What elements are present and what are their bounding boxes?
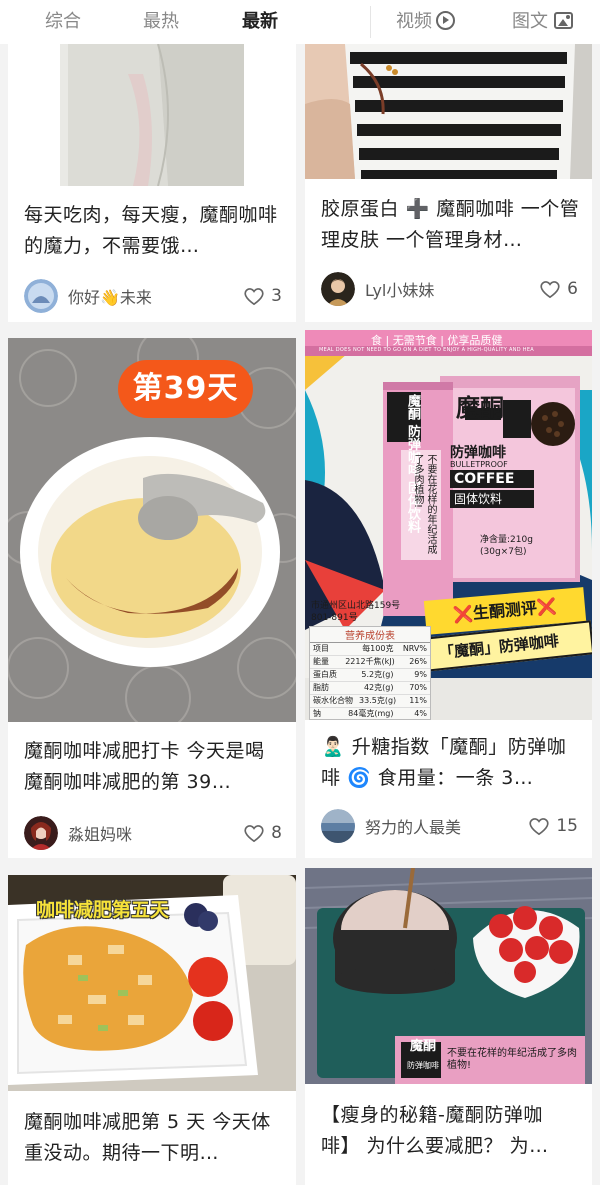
nutrition-cell: 脂肪 [313,683,329,692]
note-card[interactable]: 第39天 魔酮咖啡减肥打卡 今天是喝魔酮咖啡减肥的第 39… 淼姐妈咪 8 [8,338,296,858]
card-title: 魔酮咖啡减肥第 5 天 今天体重没动。期待一下明… [24,1111,271,1164]
card-author[interactable]: Lyl小妹妹 [321,271,434,307]
nutrition-cell: 26% [409,657,427,666]
tab-image-text-label: 图文 [512,11,548,32]
nutrition-row: 脂肪 42克(g) 70% [310,682,430,695]
nutrition-cell: 9% [414,670,427,679]
nutrition-row: 能量 2212千焦(kJ) 26% [310,656,430,669]
tab-latest[interactable]: 最新 [242,8,278,36]
nutrition-cell: 5.2克(g) [361,670,394,679]
nutrition-cell: 84毫克(mg) [348,709,394,718]
box-type: 固体饮料 [450,490,534,508]
author-name: 淼姐妈咪 [68,825,133,844]
nutrition-cell: 33.5克(g) [359,696,397,705]
nutrition-cell: 蛋白质 [313,670,337,679]
nutrition-table: 营养成份表 项目 每100克 NRV% 能量 2212千焦(kJ) 26% 蛋白质 5.2克(… [309,626,431,720]
tab-divider [370,6,371,38]
like-count: 15 [556,816,578,836]
like-button[interactable]: 8 [243,815,282,851]
box-product: 防弹咖啡 [450,445,506,461]
tab-video[interactable]: 视频 [396,8,455,36]
nutrition-title: 营养成份表 [310,627,430,643]
card-cover-image [8,44,296,186]
nutrition-cell: 2212千焦(kJ) [345,657,395,666]
nutrition-cell: 每100克 [362,644,394,653]
nutrition-cell: 11% [409,696,427,705]
heart-outline-icon [244,825,264,843]
box-en1: BULLETPROOF [450,460,508,469]
heart-outline-icon [529,818,549,836]
author-name: Lyl小妹妹 [365,281,435,300]
card-author[interactable]: 努力的人最美 [321,808,461,844]
tab-video-label: 视频 [396,11,432,32]
nutrition-cell: 70% [409,683,427,692]
note-card[interactable]: 魔酮 防弹咖啡 不要在花样的年纪活成了多肉植物! 【瘦身的秘籍-魔酮防弹咖啡】 … [305,868,592,1185]
tab-bar: 综合 最热 最新 视频 图文 [0,0,600,44]
tab-comprehensive[interactable]: 综合 [45,8,81,36]
day-caption: 咖啡减肥第五天 [36,899,170,921]
author-avatar [24,279,58,313]
like-count: 6 [567,279,578,299]
nutrition-cell: 钠 [313,709,321,718]
card-title: 魔酮咖啡减肥打卡 今天是喝魔酮咖啡减肥的第 39… [24,740,265,793]
card-author[interactable]: 你好👋未来 [24,278,152,314]
card-cover-image: 第39天 [8,338,296,722]
author-name: 你好👋未来 [68,288,152,307]
sachet-brand: 魔酮 [409,1039,436,1054]
card-cover-image [305,44,592,179]
like-count: 3 [271,286,282,306]
banner-slogan: 食 | 无需节食 | 优享品质健 [371,334,503,347]
like-button[interactable]: 3 [243,278,282,314]
like-button[interactable]: 6 [539,271,578,307]
nutrition-cell: NRV% [402,644,427,653]
nutrition-cell: 4% [414,709,427,718]
like-count: 8 [271,823,282,843]
nutrition-rows: 项目 每100克 NRV% 能量 2212千焦(kJ) 26% 蛋白质 5.2克(g) 9% 脂肪… [310,643,430,719]
heart-outline-icon [540,281,560,299]
tab-image-text[interactable]: 图文 [512,8,573,36]
card-title: 每天吃肉，每天瘦，魔酮咖啡的魔力，不需要饿… [24,204,278,257]
sachet-slogan: 不要在花样的年纪活成了多肉植物! [412,454,436,554]
box-pack: (30g×7包) [480,547,527,557]
note-card[interactable]: 食 | 无需节食 | 优享品质健 MEAL DOES NOT NEED TO G… [305,330,592,858]
card-cover-image: 食 | 无需节食 | 优享品质健 MEAL DOES NOT NEED TO G… [305,330,592,720]
nutrition-cell: 项目 [313,644,329,653]
box-en2: COFFEE [450,470,534,488]
nutrition-cell: 42克(g) [363,683,394,692]
card-cover-image: 魔酮 防弹咖啡 不要在花样的年纪活成了多肉植物! [305,868,592,1084]
box-brand: 魔酮 [456,394,504,422]
author-name: 努力的人最美 [365,818,462,837]
phone-text: 801-891号 [311,613,358,623]
nutrition-row: 碳水化合物 33.5克(g) 11% [310,695,430,708]
note-card[interactable]: 胶原蛋白 ➕ 魔酮咖啡 一个管理皮肤 一个管理身材… Lyl小妹妹 6 [305,44,592,322]
author-avatar [321,272,355,306]
tab-hottest[interactable]: 最热 [143,8,179,36]
sachet-slogan: 不要在花样的年纪活成了多肉植物! [447,1048,577,1071]
author-avatar [24,816,58,850]
nutrition-row: 蛋白质 5.2克(g) 9% [310,669,430,682]
nutrition-row: 钠 84毫克(mg) 4% [310,708,430,719]
card-title: 🙎🏻‍♂️ 升糖指数「魔酮」防弹咖啡 🌀 食用量：一条 3… [321,736,567,789]
card-cover-image: 咖啡减肥第五天 [8,875,296,1091]
sachet-product: 防弹咖啡 [407,1061,439,1070]
nutrition-cell: 碳水化合物 [313,696,353,705]
nutrition-header-row: 项目 每100克 NRV% [310,643,430,656]
card-title: 【瘦身的秘籍-魔酮防弹咖啡】 为什么要减肥？ 为… [321,1104,549,1157]
nutrition-cell: 能量 [313,657,329,666]
day-badge: 第39天 [118,360,253,418]
like-button[interactable]: 15 [528,808,578,844]
heart-outline-icon [244,288,264,306]
card-title: 胶原蛋白 ➕ 魔酮咖啡 一个管理皮肤 一个管理身材… [321,198,580,251]
author-avatar [321,809,355,843]
image-icon [554,11,573,29]
banner-slogan-en: MEAL DOES NOT NEED TO GO ON A DIET TO EN… [319,347,535,353]
note-card[interactable]: 每天吃肉，每天瘦，魔酮咖啡的魔力，不需要饿… 你好👋未来 3 [8,44,296,322]
note-card[interactable]: 咖啡减肥第五天 魔酮咖啡减肥第 5 天 今天体重没动。期待一下明… [8,875,296,1185]
card-author[interactable]: 淼姐妈咪 [24,815,132,851]
play-circle-icon [436,10,455,30]
